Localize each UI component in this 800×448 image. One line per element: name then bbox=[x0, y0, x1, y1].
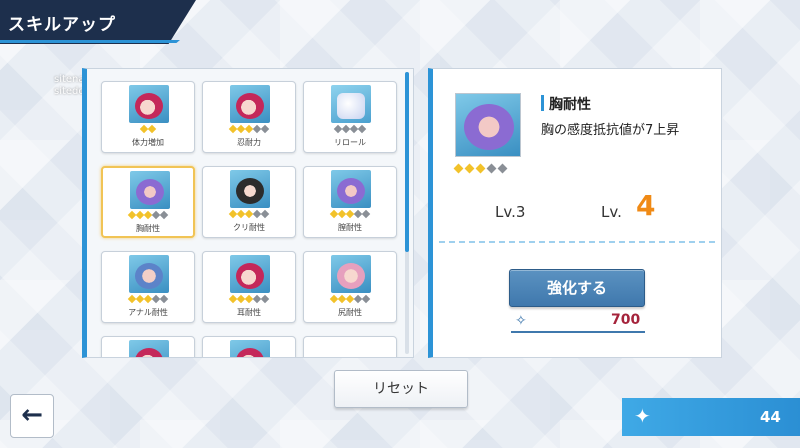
skill-card[interactable]: 膣耐性 bbox=[303, 166, 397, 238]
skill-thumbnail-icon bbox=[129, 85, 169, 123]
skill-card-label: 耳耐性 bbox=[237, 308, 261, 317]
skill-level-dots bbox=[203, 294, 295, 304]
level-diamond-icon bbox=[475, 163, 486, 174]
skill-description: 胸の感度抵抗値が7上昇 bbox=[541, 123, 680, 138]
title-accent-bar bbox=[541, 95, 544, 111]
sparkle-icon: ✧ bbox=[515, 313, 527, 329]
skill-list-panel: 体力増加 忍耐力 リロール胸耐性 クリ耐性 膣耐性アナル耐性 耳耐性 尻耐性 bbox=[82, 68, 414, 358]
skill-thumbnail-icon bbox=[331, 255, 371, 293]
reset-button[interactable]: リセット bbox=[334, 370, 468, 408]
skill-detail-panel: 胸耐性 胸の感度抵抗値が7上昇 Lv.3 Lv. 4 強化する ✧ 700 bbox=[428, 68, 722, 358]
cost-underline bbox=[511, 331, 645, 333]
skill-card[interactable]: 体力増加 bbox=[101, 81, 195, 153]
skill-level-dots bbox=[304, 124, 396, 134]
current-level: Lv.3 bbox=[495, 203, 526, 221]
skill-level-dots bbox=[102, 124, 194, 134]
skill-card-label: クリ耐性 bbox=[233, 223, 265, 232]
skill-level-dots bbox=[203, 209, 295, 219]
skill-thumbnail-icon bbox=[230, 255, 270, 293]
level-diamond-icon bbox=[361, 209, 371, 219]
back-arrow-icon[interactable]: ← bbox=[10, 394, 54, 438]
skill-card[interactable]: 胸耐性 bbox=[101, 166, 195, 238]
skill-thumbnail-icon bbox=[230, 170, 270, 208]
level-diamond-icon bbox=[159, 210, 169, 220]
skill-level-indicator bbox=[453, 163, 508, 174]
skill-card-label: 尻耐性 bbox=[338, 308, 362, 317]
skill-card-label: 胸耐性 bbox=[136, 224, 160, 233]
sparkle-icon: ✦ bbox=[634, 404, 651, 428]
skill-level-dots bbox=[304, 209, 396, 219]
divider bbox=[439, 241, 715, 243]
level-diamond-icon bbox=[453, 163, 464, 174]
skill-card[interactable]: クリ耐性 bbox=[202, 166, 296, 238]
next-level-value: 4 bbox=[636, 189, 656, 222]
level-diamond-icon bbox=[464, 163, 475, 174]
level-diamond-icon bbox=[260, 124, 270, 134]
skill-card-label: 忍耐力 bbox=[237, 138, 261, 147]
dice-icon bbox=[331, 85, 371, 123]
skill-grid: 体力増加 忍耐力 リロール胸耐性 クリ耐性 膣耐性アナル耐性 耳耐性 尻耐性 bbox=[101, 81, 401, 357]
skill-name: 胸耐性 bbox=[549, 97, 591, 113]
skill-card[interactable]: 耳耐性 bbox=[202, 251, 296, 323]
skill-level-dots bbox=[203, 124, 295, 134]
upgrade-button[interactable]: 強化する bbox=[509, 269, 645, 307]
skill-card[interactable]: アナル耐性 bbox=[101, 251, 195, 323]
level-diamond-icon bbox=[357, 124, 367, 134]
skill-card-label: リロール bbox=[334, 138, 366, 147]
skill-thumbnail-icon bbox=[331, 170, 371, 208]
skill-thumbnail-icon bbox=[130, 171, 170, 209]
skill-detail-thumbnail-icon bbox=[455, 93, 521, 157]
scroll-thumb[interactable] bbox=[405, 72, 409, 252]
skill-card-label: 体力増加 bbox=[132, 138, 164, 147]
skill-level-dots bbox=[103, 210, 193, 220]
skill-thumbnail-icon bbox=[230, 85, 270, 123]
currency-value: 44 bbox=[760, 408, 781, 426]
level-diamond-icon bbox=[260, 209, 270, 219]
level-diamond-icon bbox=[159, 294, 169, 304]
skill-level-dots bbox=[304, 294, 396, 304]
skill-card[interactable]: 忍耐力 bbox=[202, 81, 296, 153]
skill-thumbnail-icon bbox=[129, 255, 169, 293]
skill-card-label: 膣耐性 bbox=[338, 223, 362, 232]
skill-card[interactable] bbox=[303, 336, 397, 357]
level-diamond-icon bbox=[147, 124, 157, 134]
skill-card[interactable] bbox=[202, 336, 296, 357]
skill-thumbnail-icon bbox=[129, 340, 169, 357]
skill-level-dots bbox=[102, 294, 194, 304]
level-diamond-icon bbox=[497, 163, 508, 174]
level-diamond-icon bbox=[361, 294, 371, 304]
skill-card[interactable]: 尻耐性 bbox=[303, 251, 397, 323]
skill-card-label: アナル耐性 bbox=[128, 308, 168, 317]
level-diamond-icon bbox=[486, 163, 497, 174]
skill-card[interactable]: リロール bbox=[303, 81, 397, 153]
skill-card[interactable] bbox=[101, 336, 195, 357]
skill-thumbnail-icon bbox=[230, 340, 270, 357]
next-level-prefix: Lv. bbox=[601, 203, 622, 221]
level-diamond-icon bbox=[260, 294, 270, 304]
header-accent bbox=[0, 40, 180, 43]
upgrade-cost: 700 bbox=[611, 312, 641, 328]
page-title: スキルアップ bbox=[8, 15, 116, 35]
